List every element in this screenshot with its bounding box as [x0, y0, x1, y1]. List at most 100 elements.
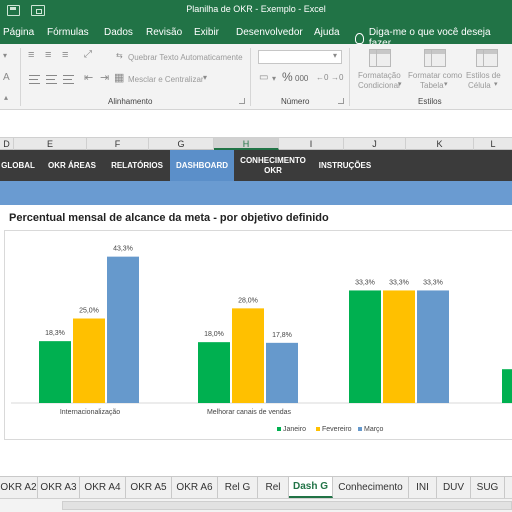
sheet-tab[interactable]: OKR A3	[38, 477, 80, 498]
bar	[232, 308, 264, 403]
bar	[39, 341, 71, 403]
alignment-group-label: Alinhamento	[108, 97, 153, 106]
column-header[interactable]: J	[344, 138, 406, 150]
tab-page-layout[interactable]: Página	[3, 27, 34, 38]
sheet-tab[interactable]: OKR A4	[80, 477, 126, 498]
column-header[interactable]: G	[149, 138, 214, 150]
data-label: 17,8%	[272, 332, 292, 339]
increase-decimal-icon[interactable]: ←0	[316, 73, 328, 82]
bar	[107, 256, 139, 403]
legend-swatch	[358, 427, 362, 431]
cell-styles-line2: Célula	[468, 81, 491, 90]
merge-icon[interactable]: ▦	[114, 71, 124, 84]
align-center-icon[interactable]	[46, 75, 57, 84]
tab-formulas[interactable]: Fórmulas	[47, 27, 89, 38]
font-grow-icon[interactable]: A	[3, 72, 10, 83]
wrap-text-icon[interactable]: ⇆	[116, 51, 123, 60]
ribbon: ▾ A ▴ ≡ ≡ ≡ ⤢ ⇆ Quebrar Texto Automatica…	[0, 44, 512, 110]
alignment-launcher-icon[interactable]	[239, 98, 245, 104]
title-bar: Planilha de OKR - Exemplo - Excel	[0, 0, 512, 22]
chevron-down-icon: ▾	[494, 81, 498, 88]
thousands-icon[interactable]: 000	[295, 74, 308, 83]
decrease-decimal-icon[interactable]: →0	[331, 73, 343, 82]
dashboard-banner	[0, 181, 512, 205]
number-group-label: Número	[281, 97, 310, 106]
increase-indent-icon[interactable]: ⇥	[100, 71, 109, 84]
orientation-icon[interactable]: ⤢	[84, 49, 92, 60]
lightbulb-icon	[355, 32, 364, 44]
font-launcher-icon[interactable]: ▴	[4, 93, 8, 102]
align-top-icon[interactable]: ≡	[28, 49, 34, 61]
data-label: 33,3%	[389, 279, 409, 286]
column-header[interactable]: I	[279, 138, 344, 150]
format-as-table-line1: Formatar como	[408, 71, 463, 80]
bar	[198, 342, 230, 403]
tab-developer[interactable]: Desenvolvedor	[236, 27, 303, 38]
wrap-text-button[interactable]: Quebrar Texto Automaticamente	[128, 53, 243, 62]
dashboard-nav: GLOBAL OKR ÁREAS RELATÓRIOS DASHBOARD CO…	[0, 150, 512, 181]
column-header[interactable]: L	[474, 138, 512, 150]
styles-group-label: Estilos	[418, 97, 442, 106]
tab-review[interactable]: Revisão	[146, 27, 182, 38]
tab-data[interactable]: Dados	[104, 27, 133, 38]
percent-icon[interactable]: %	[282, 70, 293, 84]
column-header[interactable]: K	[406, 138, 474, 150]
nav-dashboard[interactable]: DASHBOARD	[170, 150, 234, 181]
chart-frame[interactable]: 18,3% 25,0% 43,3% Internacionalização 18,0% 2…	[4, 230, 512, 440]
merge-center-button[interactable]: Mesclar e Centralizar	[128, 75, 204, 84]
sheet-tab[interactable]: Rel G	[218, 477, 258, 498]
sheet-tab[interactable]: OKR A6	[172, 477, 218, 498]
currency-icon[interactable]: ▭	[259, 72, 268, 83]
cell-styles-icon	[476, 49, 498, 67]
tab-view[interactable]: Exibir	[194, 27, 219, 38]
number-format-select[interactable]	[258, 50, 342, 64]
conditional-formatting-line1: Formatação	[358, 71, 401, 80]
column-header[interactable]: E	[14, 138, 87, 150]
decrease-indent-icon[interactable]: ⇤	[84, 71, 93, 84]
chevron-down-icon[interactable]: ▾	[333, 51, 337, 60]
bar	[73, 318, 105, 403]
sheet-tab[interactable]: OKR A5	[126, 477, 172, 498]
ribbon-separator	[250, 48, 251, 106]
nav-global[interactable]: GLOBAL	[0, 150, 36, 181]
legend-label: Fevereiro	[322, 426, 352, 433]
bar	[349, 290, 381, 403]
column-header-selected[interactable]: H	[214, 138, 279, 150]
chevron-down-icon: ▾	[398, 81, 402, 88]
sheet-tab[interactable]: OKR A2	[0, 477, 38, 498]
nav-reports[interactable]: RELATÓRIOS	[106, 150, 168, 181]
nav-knowledge-okr[interactable]: CONHECIMENTO OKR	[236, 150, 310, 181]
align-right-icon[interactable]	[63, 75, 74, 84]
align-bottom-icon[interactable]: ≡	[62, 49, 68, 61]
chevron-down-icon[interactable]: ▾	[272, 74, 276, 83]
sheet-tab[interactable]: SUG	[471, 477, 505, 498]
data-label: 28,0%	[238, 297, 258, 304]
bar	[417, 290, 449, 403]
legend-label: Janeiro	[283, 426, 306, 433]
number-launcher-icon[interactable]	[338, 98, 344, 104]
font-size-icon[interactable]: ▾	[3, 51, 7, 60]
nav-instructions[interactable]: INSTRUÇÕES	[312, 150, 378, 181]
bar	[266, 342, 298, 403]
sheet-tab[interactable]: DUV	[437, 477, 471, 498]
legend-swatch	[277, 427, 281, 431]
data-label: 18,0%	[204, 331, 224, 338]
align-middle-icon[interactable]: ≡	[45, 49, 51, 61]
tab-help[interactable]: Ajuda	[314, 27, 340, 38]
sheet-tabs: OKR A2 OKR A3 OKR A4 OKR A5 OKR A6 Rel G…	[0, 476, 512, 498]
format-as-table-line2: Tabela	[420, 81, 444, 90]
align-left-icon[interactable]	[29, 75, 40, 84]
status-bar	[0, 498, 512, 512]
sheet-tab-active[interactable]: Dash G	[289, 477, 333, 498]
column-header[interactable]: F	[87, 138, 149, 150]
column-header[interactable]: D	[0, 138, 14, 150]
chevron-down-icon[interactable]: ▾	[203, 73, 207, 82]
sheet-tab[interactable]: INI	[409, 477, 437, 498]
sheet-tab[interactable]: Conhecimento	[333, 477, 409, 498]
bar-chart: 18,3% 25,0% 43,3% Internacionalização 18,0% 2…	[11, 246, 512, 433]
ribbon-separator	[349, 48, 350, 106]
bar	[502, 369, 512, 403]
sheet-tab[interactable]: Rel	[258, 477, 289, 498]
nav-okr-areas[interactable]: OKR ÁREAS	[38, 150, 106, 181]
horizontal-scrollbar[interactable]	[62, 501, 512, 510]
